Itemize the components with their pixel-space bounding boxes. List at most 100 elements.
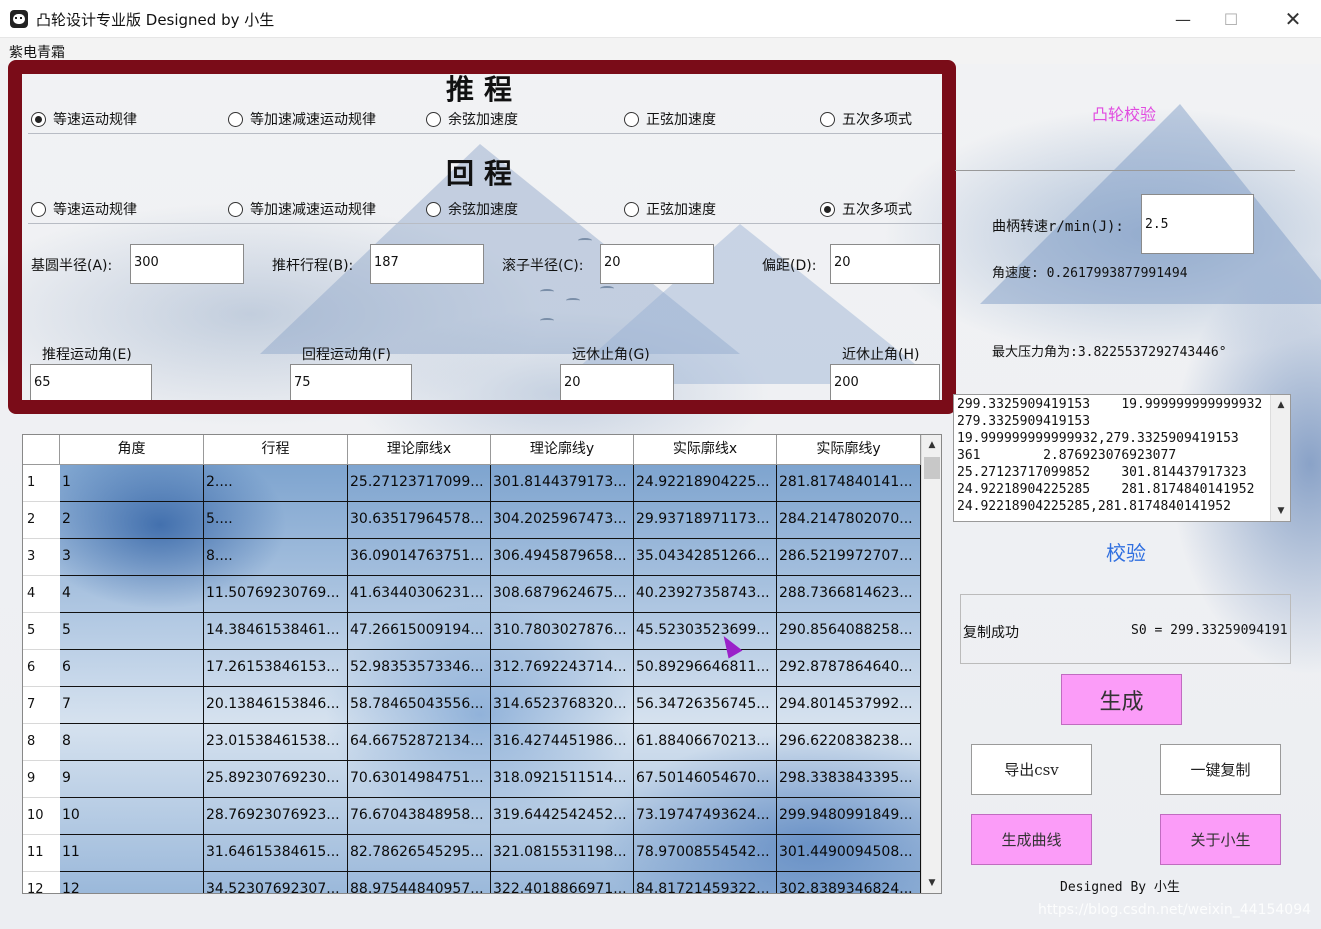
table-cell[interactable]: 61.88406670213...	[634, 724, 777, 761]
log-listbox[interactable]: 299.3325909419153 19.999999999999932 279.…	[953, 394, 1291, 522]
column-header-stroke[interactable]: 行程	[204, 435, 348, 465]
table-cell[interactable]: 316.4274451986...	[491, 724, 634, 761]
list-item[interactable]: 279.3325909419153	[957, 414, 1090, 429]
table-cell[interactable]: 8....	[204, 539, 348, 576]
table-cell[interactable]: 24.92218904225...	[634, 465, 777, 502]
table-cell[interactable]: 78.97008554542...	[634, 835, 777, 872]
generate-button[interactable]: 生成	[1061, 674, 1182, 725]
generate-curve-button[interactable]: 生成曲线	[971, 814, 1092, 865]
export-csv-button[interactable]: 导出csv	[971, 744, 1092, 795]
table-cell[interactable]: 56.34726356745...	[634, 687, 777, 724]
row-header[interactable]: 7	[23, 687, 60, 724]
table-cell[interactable]: 286.5219972707...	[777, 539, 921, 576]
list-item[interactable]: 24.92218904225285,281.8174840141952	[957, 499, 1231, 514]
list-item[interactable]: 24.92218904225285 281.8174840141952	[957, 482, 1254, 497]
table-cell[interactable]: 84.81721459322...	[634, 872, 777, 893]
table-cell[interactable]: 2....	[204, 465, 348, 502]
listbox-scrollbar[interactable]: ▲ ▼	[1270, 395, 1290, 521]
list-item[interactable]: 299.3325909419153 19.999999999999932	[957, 397, 1262, 412]
table-cell[interactable]: 30.63517964578...	[348, 502, 491, 539]
table-cell[interactable]: 302.8389346824...	[777, 872, 921, 893]
row-header[interactable]: 4	[23, 576, 60, 613]
table-cell[interactable]: 40.23927358743...	[634, 576, 777, 613]
scroll-up-icon[interactable]: ▲	[1271, 395, 1290, 415]
table-cell[interactable]: 299.9480991849...	[777, 798, 921, 835]
table-cell[interactable]: 296.6220838238...	[777, 724, 921, 761]
table-cell[interactable]: 50.89296646811...	[634, 650, 777, 687]
table-cell[interactable]: 70.63014984751...	[348, 761, 491, 798]
row-header[interactable]: 9	[23, 761, 60, 798]
table-cell[interactable]: 308.6879624675...	[491, 576, 634, 613]
table-cell[interactable]: 11	[60, 835, 204, 872]
about-button[interactable]: 关于小生	[1160, 814, 1281, 865]
scroll-down-icon[interactable]: ▼	[1271, 501, 1290, 521]
table-cell[interactable]: 35.04342851266...	[634, 539, 777, 576]
results-table[interactable]: 角度 行程 理论廓线x 理论廓线y 实际廓线x 实际廓线y 1 1 2.... 25.…	[22, 434, 942, 894]
table-cell[interactable]: 28.76923076923...	[204, 798, 348, 835]
table-cell[interactable]: 322.4018866971...	[491, 872, 634, 893]
table-cell[interactable]: 318.0921511514...	[491, 761, 634, 798]
column-header-angle[interactable]: 角度	[60, 435, 204, 465]
row-header[interactable]: 2	[23, 502, 60, 539]
table-cell[interactable]: 321.0815531198...	[491, 835, 634, 872]
table-cell[interactable]: 8	[60, 724, 204, 761]
table-cell[interactable]: 304.2025967473...	[491, 502, 634, 539]
table-cell[interactable]: 10	[60, 798, 204, 835]
copy-all-button[interactable]: 一键复制	[1160, 744, 1281, 795]
close-button[interactable]: ✕	[1270, 0, 1316, 38]
row-header[interactable]: 12	[23, 872, 60, 893]
table-cell[interactable]: 5....	[204, 502, 348, 539]
row-header[interactable]: 11	[23, 835, 60, 872]
table-cell[interactable]: 25.89230769230...	[204, 761, 348, 798]
row-header[interactable]: 6	[23, 650, 60, 687]
table-cell[interactable]: 6	[60, 650, 204, 687]
table-cell[interactable]: 4	[60, 576, 204, 613]
scroll-down-icon[interactable]: ▼	[922, 873, 941, 893]
table-cell[interactable]: 29.93718971173...	[634, 502, 777, 539]
column-header-actual-y[interactable]: 实际廓线y	[777, 435, 921, 465]
table-cell[interactable]: 17.26153846153...	[204, 650, 348, 687]
column-header-actual-x[interactable]: 实际廓线x	[634, 435, 777, 465]
table-cell[interactable]: 319.6442542452...	[491, 798, 634, 835]
minimize-button[interactable]: —	[1160, 0, 1206, 38]
table-cell[interactable]: 64.66752872134...	[348, 724, 491, 761]
table-cell[interactable]: 23.01538461538...	[204, 724, 348, 761]
table-cell[interactable]: 34.52307692307...	[204, 872, 348, 893]
table-cell[interactable]: 301.4490094508...	[777, 835, 921, 872]
row-header[interactable]: 8	[23, 724, 60, 761]
scroll-up-icon[interactable]: ▲	[922, 435, 941, 455]
table-cell[interactable]: 45.52303523699...	[634, 613, 777, 650]
table-cell[interactable]: 284.2147802070...	[777, 502, 921, 539]
table-cell[interactable]: 58.78465043556...	[348, 687, 491, 724]
table-cell[interactable]: 9	[60, 761, 204, 798]
table-cell[interactable]: 41.63440306231...	[348, 576, 491, 613]
table-cell[interactable]: 20.13846153846...	[204, 687, 348, 724]
table-cell[interactable]: 67.50146054670...	[634, 761, 777, 798]
table-cell[interactable]: 7	[60, 687, 204, 724]
row-header[interactable]: 10	[23, 798, 60, 835]
list-item[interactable]: 19.999999999999932,279.3325909419153	[957, 431, 1239, 446]
table-cell[interactable]: 310.7803027876...	[491, 613, 634, 650]
column-header-theory-x[interactable]: 理论廓线x	[348, 435, 491, 465]
table-cell[interactable]: 312.7692243714...	[491, 650, 634, 687]
table-cell[interactable]: 82.78626545295...	[348, 835, 491, 872]
maximize-button[interactable]: ☐	[1208, 0, 1254, 38]
table-cell[interactable]: 47.26615009194...	[348, 613, 491, 650]
table-cell[interactable]: 2	[60, 502, 204, 539]
table-cell[interactable]: 298.3383843395...	[777, 761, 921, 798]
list-item[interactable]: 25.27123717099852 301.814437917323	[957, 465, 1247, 480]
table-cell[interactable]: 1	[60, 465, 204, 502]
table-cell[interactable]: 73.19747493624...	[634, 798, 777, 835]
table-cell[interactable]: 5	[60, 613, 204, 650]
table-cell[interactable]: 301.8144379173...	[491, 465, 634, 502]
table-cell[interactable]: 306.4945879658...	[491, 539, 634, 576]
table-cell[interactable]: 11.50769230769...	[204, 576, 348, 613]
row-header[interactable]: 5	[23, 613, 60, 650]
list-item[interactable]: 361 2.876923076923077	[957, 448, 1176, 463]
table-cell[interactable]: 36.09014763751...	[348, 539, 491, 576]
row-header[interactable]: 3	[23, 539, 60, 576]
table-cell[interactable]: 31.64615384615...	[204, 835, 348, 872]
table-cell[interactable]: 281.8174840141...	[777, 465, 921, 502]
table-cell[interactable]: 294.8014537992...	[777, 687, 921, 724]
column-header-theory-y[interactable]: 理论廓线y	[491, 435, 634, 465]
